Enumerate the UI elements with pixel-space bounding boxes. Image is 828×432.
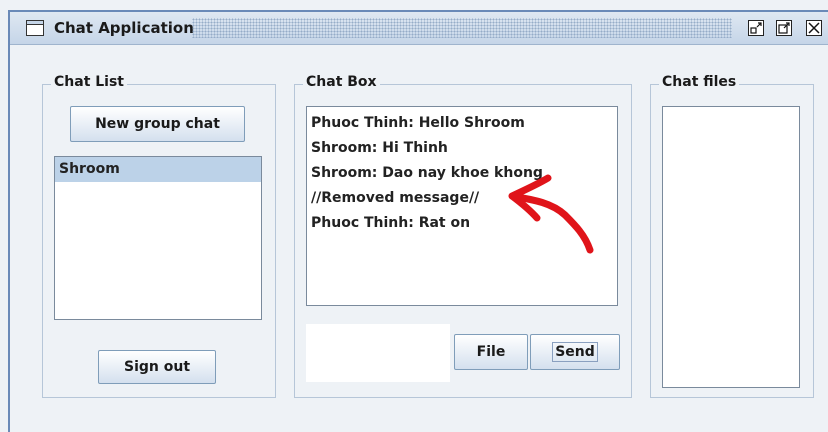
title-bar-grip — [192, 18, 732, 38]
chat-message: Phuoc Thinh: Hello Shroom — [311, 115, 525, 131]
sign-out-button[interactable]: Sign out — [98, 350, 216, 384]
chat-messages-area[interactable]: Phuoc Thinh: Hello Shroom Shroom: Hi Thi… — [306, 106, 618, 306]
send-button-label: Send — [552, 342, 598, 362]
chat-list-item-shroom[interactable]: Shroom — [55, 157, 261, 182]
sign-out-label: Sign out — [123, 359, 191, 375]
file-button[interactable]: File — [454, 334, 528, 370]
title-bar[interactable]: Chat Application — [10, 12, 828, 45]
chat-files-legend: Chat files — [659, 74, 740, 90]
window-title: Chat Application — [54, 19, 194, 37]
chat-list-item-label: Shroom — [59, 161, 120, 177]
chat-box-legend: Chat Box — [303, 74, 380, 90]
chat-message: Phuoc Thinh: Rat on — [311, 215, 471, 231]
chat-message-removed: //Removed message// — [311, 190, 480, 206]
new-group-chat-label: New group chat — [95, 116, 220, 132]
chat-message: Shroom: Hi Thinh — [311, 140, 448, 156]
minimize-icon[interactable] — [748, 20, 764, 36]
new-group-chat-button[interactable]: New group chat — [70, 106, 245, 142]
chat-files-list[interactable] — [662, 106, 800, 388]
window-app-icon — [26, 20, 44, 36]
file-button-label: File — [476, 344, 506, 360]
maximize-icon[interactable] — [776, 20, 792, 36]
message-input[interactable] — [306, 324, 450, 382]
close-icon[interactable] — [806, 20, 822, 36]
chat-message: Shroom: Dao nay khoe khong — [311, 165, 543, 181]
chat-list-box[interactable]: Shroom — [54, 156, 262, 320]
chat-application-window: Chat Application Chat List New group cha… — [8, 10, 828, 432]
chat-list-legend: Chat List — [51, 74, 127, 90]
send-button[interactable]: Send — [530, 334, 620, 370]
